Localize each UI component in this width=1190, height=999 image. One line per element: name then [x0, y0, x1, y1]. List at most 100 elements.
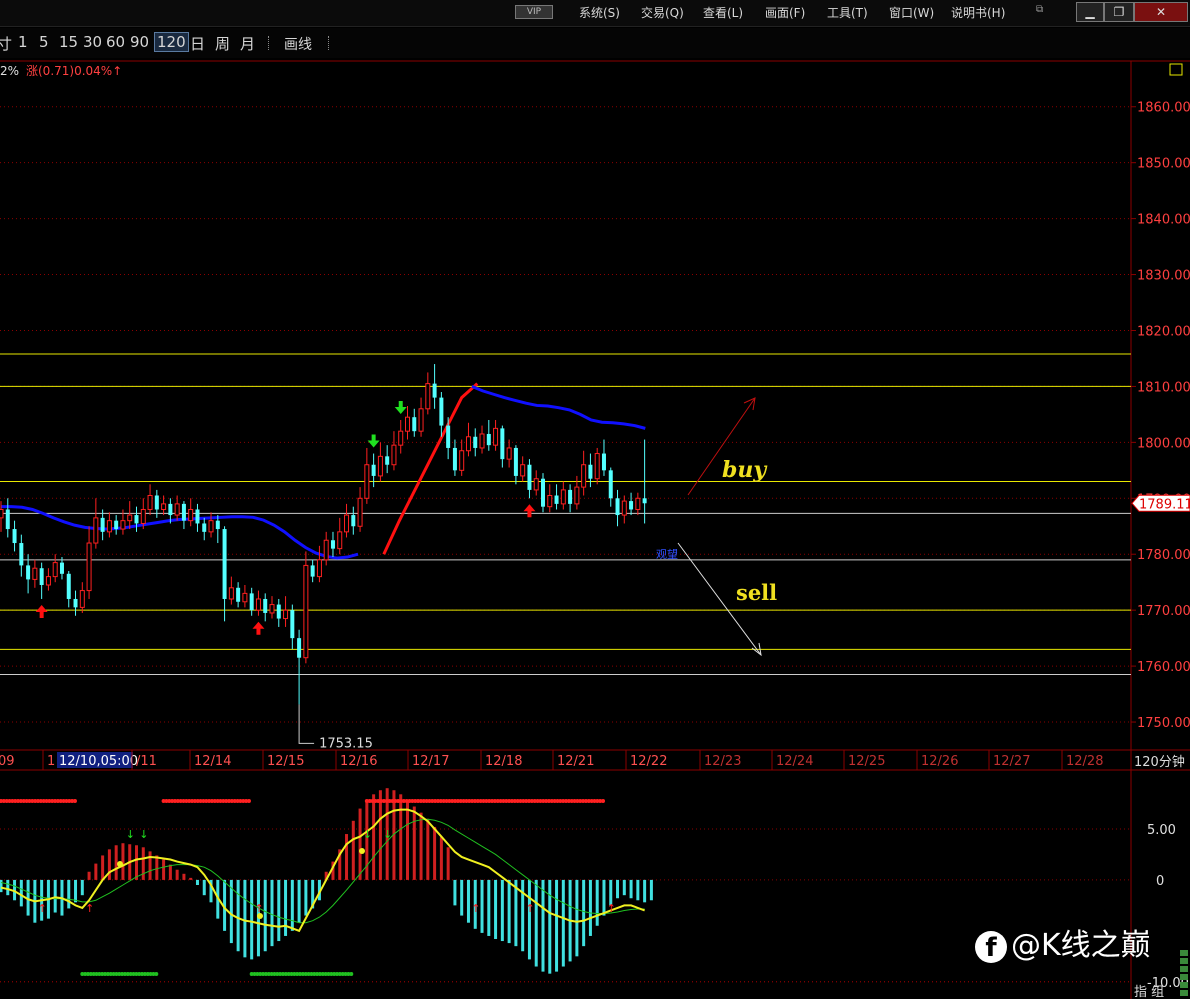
candle-body-up [255, 598, 261, 611]
y-tick-label: 1860.00 [1137, 101, 1190, 116]
candle-body-down [412, 417, 417, 432]
candle-body-down [249, 593, 254, 611]
candle-body-down [473, 436, 478, 448]
histogram-bar [629, 879, 633, 899]
candle-body-down [195, 509, 200, 524]
candle-body-up [418, 408, 424, 432]
candle-body-up [357, 497, 363, 527]
histogram-bar [155, 855, 159, 880]
date-label: 12/18 [485, 754, 522, 769]
candle-body-up [465, 436, 471, 452]
y-tick-label: 1830.00 [1137, 269, 1190, 284]
scroll-level-icon [1180, 958, 1188, 964]
histogram-bar [87, 871, 91, 880]
histogram-bar [94, 863, 98, 880]
histogram-bar [121, 843, 125, 880]
histogram-bar [74, 879, 78, 903]
candle-body-down [276, 604, 281, 619]
candle-body-up [79, 590, 85, 608]
date-label: 12/14 [194, 754, 231, 769]
histogram-bar [507, 879, 511, 944]
histogram-bar [304, 879, 308, 916]
candle-body-up [506, 447, 512, 460]
candle-body-down [168, 503, 173, 516]
sub-up-signal-icon: ↑ [85, 902, 94, 915]
sub-y-tick-label: 0 [1156, 874, 1164, 889]
histogram-bar [575, 879, 579, 957]
bottom-signal-dot [154, 972, 159, 976]
candle-body-up [188, 508, 194, 522]
candle-body-down [568, 489, 573, 504]
histogram-bar [236, 879, 240, 952]
sub-up-signal-icon: ↑ [254, 902, 263, 915]
candle-body-up [228, 587, 234, 600]
scroll-level-icon [1180, 974, 1188, 980]
histogram-bar [446, 847, 450, 880]
histogram-bar [460, 879, 464, 916]
histogram-bar [582, 879, 586, 947]
candle-body-down [134, 515, 139, 524]
chart-canvas[interactable]: 2% 涨(0.71)0.04%↑ 1860.00 1850.00 1840.00 1830… [0, 0, 1190, 999]
candle-body-up [520, 464, 526, 477]
sub-up-signal-icon: ↑ [607, 902, 616, 915]
histogram-bar [297, 879, 301, 923]
candle-body-up [364, 464, 370, 499]
candle-body-down [452, 447, 457, 471]
facebook-icon: f [975, 930, 1007, 963]
y-tick-label: 1800.00 [1137, 436, 1190, 451]
candle-body-down [236, 587, 241, 602]
candle-body-down [588, 464, 593, 479]
histogram-bar [649, 879, 653, 901]
y-tick-label: 1780.00 [1137, 548, 1190, 563]
candle-body-up [52, 562, 58, 578]
histogram-bar [141, 847, 145, 880]
histogram-bar [636, 879, 640, 901]
candle-body-down [351, 515, 356, 527]
histogram-bar [595, 879, 599, 926]
date-label: /11 [136, 754, 157, 769]
candle-body-down [263, 598, 268, 613]
candle-body-down [181, 503, 186, 521]
candle-body-up [574, 486, 580, 505]
histogram-bar [107, 849, 111, 880]
histogram-bar [419, 812, 423, 880]
histogram-bar [561, 879, 565, 967]
candle-body-down [527, 464, 532, 490]
crosshair-date-label: 12/10,05:00 [59, 754, 138, 769]
candle-body-up [581, 464, 587, 488]
candle-body-up [560, 489, 566, 505]
histogram-bar [345, 834, 349, 880]
candle-body-up [425, 383, 431, 410]
histogram-bar [162, 859, 166, 880]
date-label: 12/24 [776, 754, 813, 769]
candle-body-up [398, 430, 404, 446]
candle-body-up [303, 564, 309, 659]
sell-signal-arrow-icon [367, 434, 380, 448]
candle-body-up [161, 503, 167, 510]
histogram-bar [67, 879, 71, 909]
date-label: 12/17 [412, 754, 449, 769]
histogram-bar [168, 864, 172, 880]
histogram-bar [616, 879, 620, 899]
d-line [0, 818, 645, 924]
sell-signal-arrow-icon [394, 400, 407, 414]
candle-body-down [39, 568, 44, 585]
corner-box-icon [1169, 63, 1183, 76]
histogram-bar [182, 873, 186, 880]
candle-body-up [106, 520, 112, 533]
sub-y-tick-label: 5.00 [1147, 823, 1176, 838]
histogram-bar [351, 820, 355, 880]
top-signal-dot [246, 799, 251, 803]
candle-body-down [371, 464, 376, 476]
histogram-bar [114, 845, 118, 880]
candle-body-down [5, 509, 10, 530]
histogram-bar [284, 879, 288, 936]
histogram-bar [643, 879, 647, 903]
candle-body-up [391, 444, 397, 466]
histogram-bar [19, 879, 23, 907]
candle-body-up [127, 514, 133, 522]
candle-body-down [202, 523, 207, 532]
histogram-bar [588, 879, 592, 936]
candle-body-down [222, 529, 227, 599]
candle-body-up [405, 416, 410, 432]
